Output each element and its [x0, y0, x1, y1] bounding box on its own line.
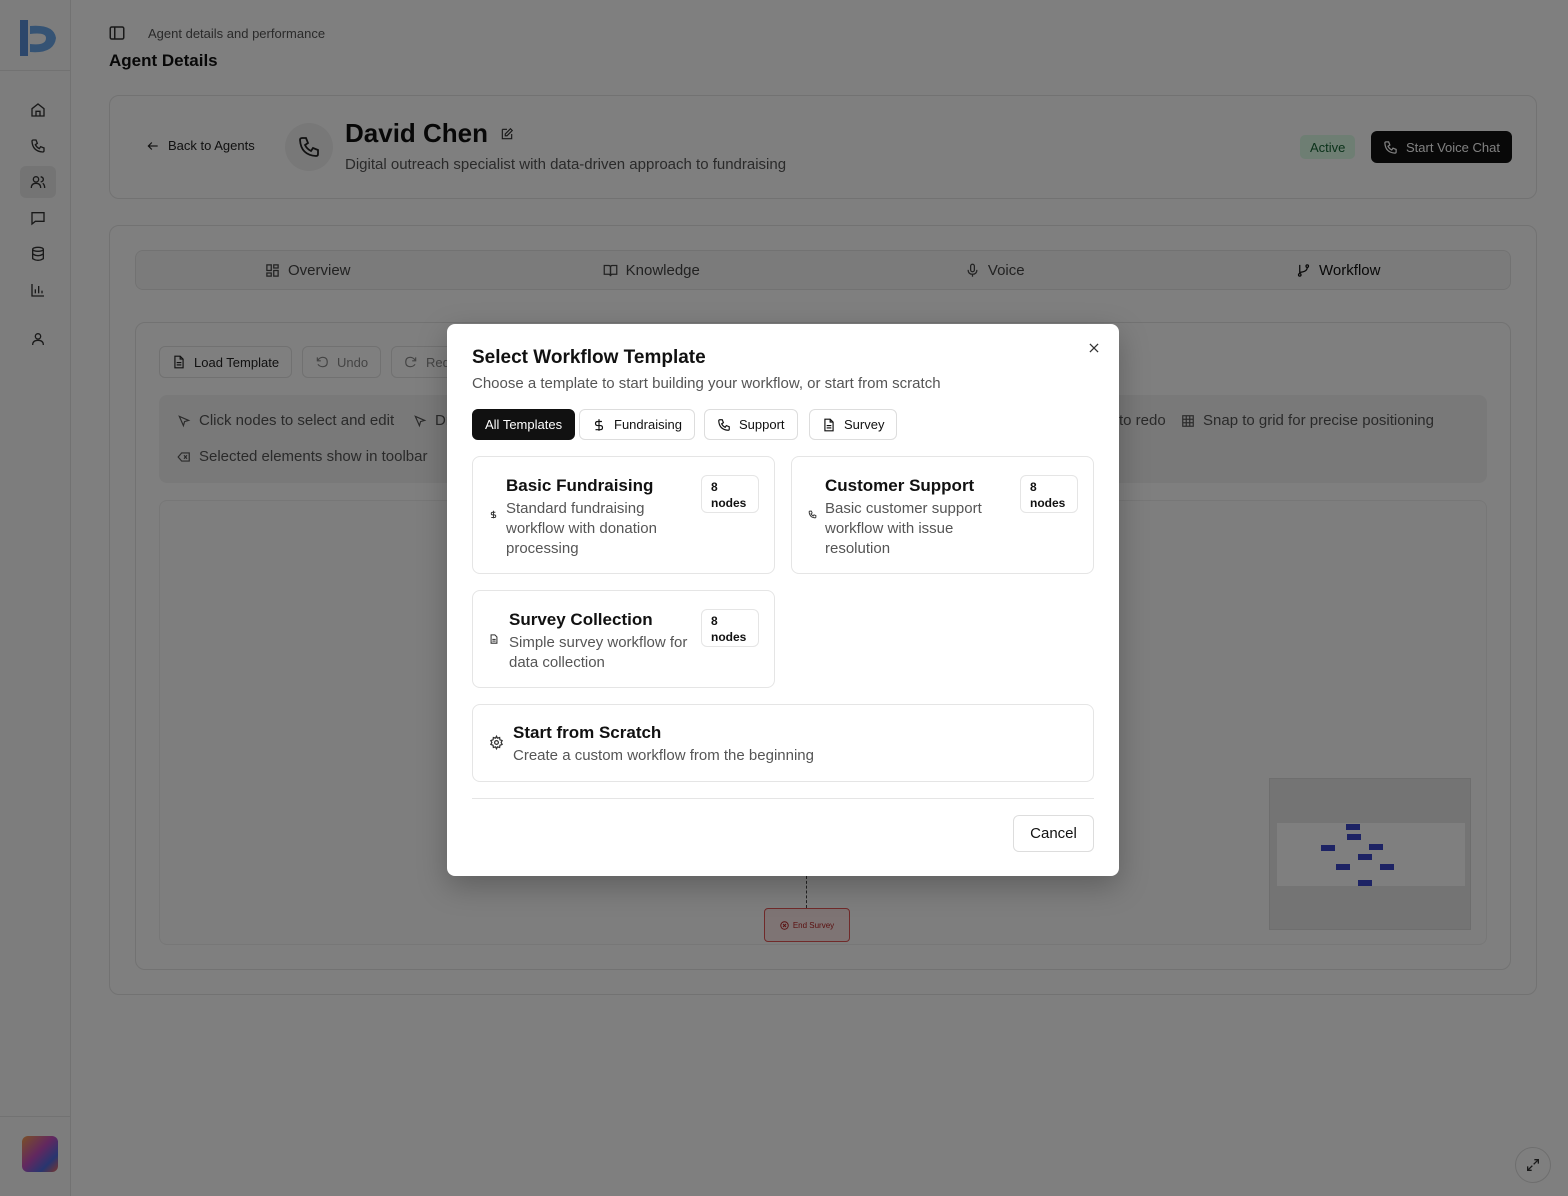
template-name: Customer Support — [825, 476, 975, 495]
phone-icon — [717, 418, 731, 432]
template-description: Simple survey workflow for data collecti… — [509, 634, 688, 671]
dialog-title: Select Workflow Template — [472, 347, 706, 368]
file-icon — [489, 634, 499, 644]
nodes-count: 8 — [711, 614, 718, 628]
template-name: Survey Collection — [509, 610, 653, 629]
cancel-button[interactable]: Cancel — [1013, 815, 1094, 852]
gear-icon — [489, 735, 504, 750]
template-description: Basic customer support workflow with iss… — [825, 500, 982, 557]
dollar-icon — [489, 510, 498, 519]
filter-fundraising[interactable]: Fundraising — [579, 409, 695, 440]
template-card-customer-support[interactable]: Customer Support Basic customer support … — [791, 456, 1094, 574]
template-card-survey-collection[interactable]: Survey Collection Simple survey workflow… — [472, 590, 775, 688]
file-icon — [822, 418, 836, 432]
nodes-count-badge: 8 nodes — [701, 475, 759, 513]
template-name: Basic Fundraising — [506, 476, 654, 495]
start-from-scratch-card[interactable]: Start from Scratch Create a custom workf… — [472, 704, 1094, 782]
close-icon — [1087, 341, 1101, 355]
dollar-icon — [592, 418, 606, 432]
dialog-divider — [472, 798, 1094, 799]
template-description: Standard fundraising workflow with donat… — [506, 500, 657, 557]
scratch-title: Start from Scratch — [513, 723, 662, 742]
nodes-unit: nodes — [711, 496, 747, 510]
filter-support-label: Support — [739, 417, 785, 432]
scratch-description: Create a custom workflow from the beginn… — [513, 747, 814, 764]
filter-all-label: All Templates — [485, 417, 563, 432]
nodes-count: 8 — [1030, 480, 1037, 494]
dialog-subtitle: Choose a template to start building your… — [472, 375, 941, 392]
nodes-count-badge: 8 nodes — [1020, 475, 1078, 513]
nodes-count: 8 — [711, 480, 718, 494]
phone-icon — [808, 510, 817, 519]
select-template-dialog: Select Workflow Template Choose a templa… — [447, 324, 1119, 876]
filter-support[interactable]: Support — [704, 409, 798, 440]
nodes-count-badge: 8 nodes — [701, 609, 759, 647]
filter-all-templates[interactable]: All Templates — [472, 409, 576, 440]
template-card-basic-fundraising[interactable]: Basic Fundraising Standard fundraising w… — [472, 456, 775, 574]
nodes-unit: nodes — [1030, 496, 1066, 510]
nodes-unit: nodes — [711, 630, 747, 644]
close-button[interactable] — [1087, 341, 1101, 355]
filter-survey[interactable]: Survey — [809, 409, 898, 440]
filter-survey-label: Survey — [844, 417, 885, 432]
filter-fundraising-label: Fundraising — [614, 417, 682, 432]
